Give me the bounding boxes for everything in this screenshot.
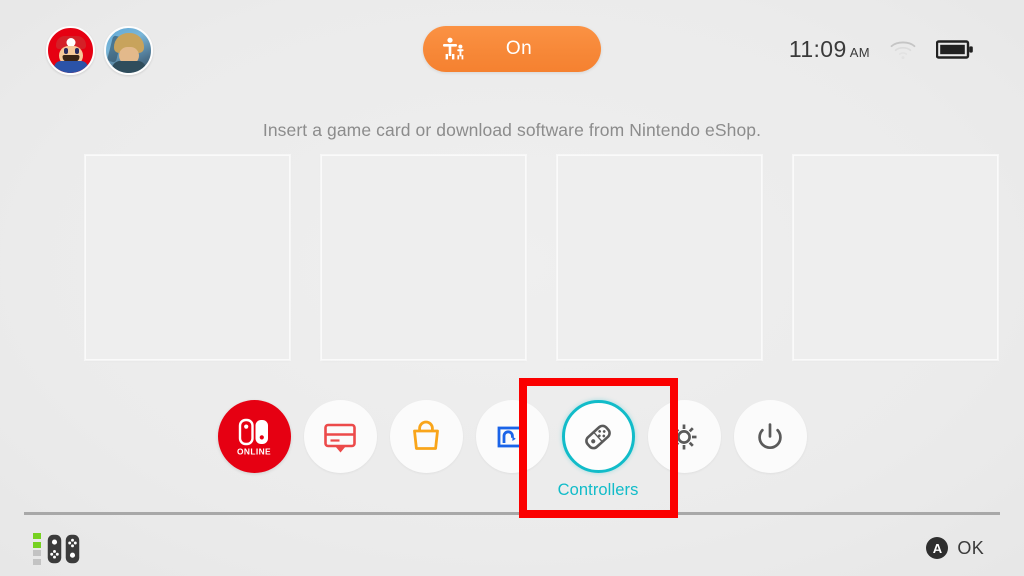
dock-item-settings[interactable] xyxy=(647,400,722,481)
dock-item-news[interactable] xyxy=(303,400,378,481)
eshop-circle[interactable] xyxy=(389,400,463,473)
battery-segment-empty xyxy=(33,558,41,565)
controllers-icon xyxy=(585,424,611,449)
game-tile-row xyxy=(85,155,1024,360)
icon-dock: ONLINE Controllers xyxy=(0,400,1024,500)
settings-gear-icon xyxy=(671,424,697,449)
eshop-bag-icon xyxy=(413,420,439,450)
album-circle[interactable] xyxy=(475,400,549,473)
game-tile-empty[interactable] xyxy=(557,155,762,360)
nintendo-switch-online-icon: ONLINE xyxy=(237,418,271,456)
mario-eye-left xyxy=(64,48,68,55)
wifi-icon[interactable] xyxy=(890,40,916,60)
confirm-hint[interactable]: A OK xyxy=(926,537,984,559)
news-circle[interactable] xyxy=(303,400,377,473)
link-shoulders xyxy=(111,61,146,73)
power-icon xyxy=(758,422,782,449)
dock-item-controllers[interactable]: Controllers xyxy=(557,400,639,500)
power-circle[interactable] xyxy=(733,400,807,473)
top-bar: On 11:09 AM xyxy=(0,0,1024,100)
controller-status[interactable] xyxy=(33,533,80,565)
confirm-label: OK xyxy=(957,537,984,558)
game-tile-empty[interactable] xyxy=(321,155,526,360)
avatar-link[interactable] xyxy=(104,26,153,75)
game-tile-empty[interactable] xyxy=(793,155,998,360)
dock-item-online[interactable]: ONLINE xyxy=(217,400,292,481)
button-a-icon: A xyxy=(926,537,949,559)
bottom-bar: A OK xyxy=(0,515,1024,576)
battery-segment-empty xyxy=(33,550,41,556)
news-icon xyxy=(324,423,356,452)
settings-circle[interactable] xyxy=(647,400,721,473)
avatar-mario[interactable] xyxy=(46,26,95,75)
game-tile-empty[interactable] xyxy=(85,155,290,360)
parental-controls-button[interactable]: On xyxy=(423,26,601,72)
joy-con-left-icon xyxy=(47,534,62,563)
hint-text: Insert a game card or download software … xyxy=(262,120,762,140)
battery-icon[interactable] xyxy=(935,39,974,60)
clock-ampm: AM xyxy=(849,45,870,60)
clock-time: 11:09 xyxy=(788,36,847,62)
svg-text:ONLINE: ONLINE xyxy=(237,446,271,456)
mario-body xyxy=(53,61,88,73)
joy-con-pair-icon xyxy=(47,534,80,564)
dock-label-controllers: Controllers xyxy=(557,481,639,499)
battery-segment-filled xyxy=(33,533,41,539)
parental-controls-icon xyxy=(441,36,467,62)
user-avatars xyxy=(46,26,153,75)
controllers-circle[interactable] xyxy=(561,400,635,473)
joy-con-right-icon xyxy=(65,534,80,563)
dock-item-album[interactable] xyxy=(475,400,550,481)
system-clock: 11:09 AM xyxy=(789,36,870,63)
controller-battery-gauge xyxy=(33,533,41,565)
status-area: 11:09 AM xyxy=(789,36,974,63)
mario-eye-right xyxy=(75,48,79,55)
battery-segment-filled xyxy=(33,541,41,548)
online-circle[interactable]: ONLINE xyxy=(217,400,291,473)
parental-controls-label: On xyxy=(505,38,533,59)
album-icon xyxy=(497,426,527,447)
dock-item-eshop[interactable] xyxy=(389,400,464,481)
dock-item-power[interactable] xyxy=(733,400,808,481)
